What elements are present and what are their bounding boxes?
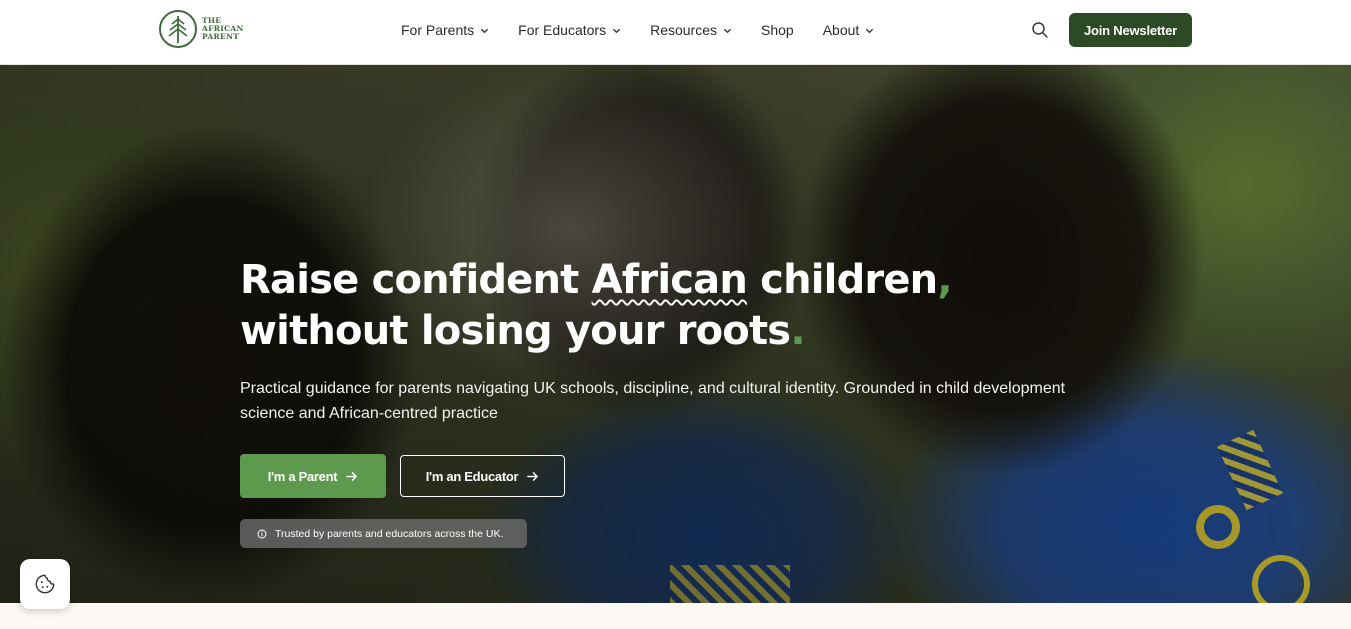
headline-text: Raise confident	[240, 257, 592, 303]
nav-item-label: Resources	[650, 22, 717, 38]
headline-accent-comma: ,	[937, 257, 952, 303]
brand-logo[interactable]: THE AFRICAN PARENT	[158, 9, 244, 49]
join-newsletter-button[interactable]: Join Newsletter	[1069, 13, 1192, 47]
headline-text: children	[747, 257, 938, 303]
button-label: I'm an Educator	[425, 468, 519, 484]
info-circle-icon	[257, 529, 267, 538]
nav-item-resources[interactable]: Resources	[650, 22, 732, 38]
site-header: THE AFRICAN PARENT For Parents For Educa…	[0, 0, 1351, 65]
hero-section: Raise confident African children, withou…	[0, 65, 1351, 603]
brand-line-3: PARENT	[202, 32, 240, 41]
cookie-settings-button[interactable]	[20, 559, 70, 609]
nav-item-label: Shop	[761, 22, 794, 38]
nav-item-label: About	[822, 22, 860, 38]
arrow-right-icon	[346, 471, 358, 481]
search-icon	[1032, 22, 1048, 38]
chevron-down-icon	[723, 28, 732, 33]
hero-headline-line-2: without losing your roots.	[240, 306, 952, 357]
hero-headline-line-1: Raise confident African children,	[240, 255, 953, 306]
im-a-parent-button[interactable]: I'm a Parent	[240, 454, 386, 498]
search-button[interactable]	[1031, 21, 1049, 39]
trust-text: Trusted by parents and educators across …	[275, 527, 504, 540]
trust-badge: Trusted by parents and educators across …	[240, 519, 527, 548]
nav-item-label: For Educators	[518, 22, 607, 38]
nav-item-for-parents[interactable]: For Parents	[401, 22, 489, 38]
headline-accent-period: .	[790, 308, 805, 354]
arrow-right-icon	[527, 471, 539, 481]
nav-item-label: For Parents	[401, 22, 475, 38]
tree-in-circle-icon	[159, 10, 197, 48]
headline-text: without losing your roots	[240, 308, 791, 354]
hero-headline: Raise confident African children, withou…	[240, 255, 953, 357]
chevron-down-icon	[612, 28, 621, 33]
hero-subtitle: Practical guidance for parents navigatin…	[240, 380, 1066, 422]
chevron-down-icon	[481, 28, 489, 33]
brand-wordmark: THE AFRICAN PARENT	[202, 17, 244, 41]
nav-item-for-educators[interactable]: For Educators	[518, 22, 621, 38]
headline-emphasis: African	[591, 257, 748, 303]
chevron-down-icon	[866, 28, 874, 33]
nav-item-shop[interactable]: Shop	[761, 22, 794, 38]
im-an-educator-button[interactable]: I'm an Educator	[400, 455, 565, 497]
nav-item-about[interactable]: About	[823, 22, 875, 38]
button-label: I'm a Parent	[267, 468, 338, 484]
main-nav: For Parents For Educators Resources Shop…	[401, 0, 874, 60]
cookie-icon	[35, 574, 55, 594]
